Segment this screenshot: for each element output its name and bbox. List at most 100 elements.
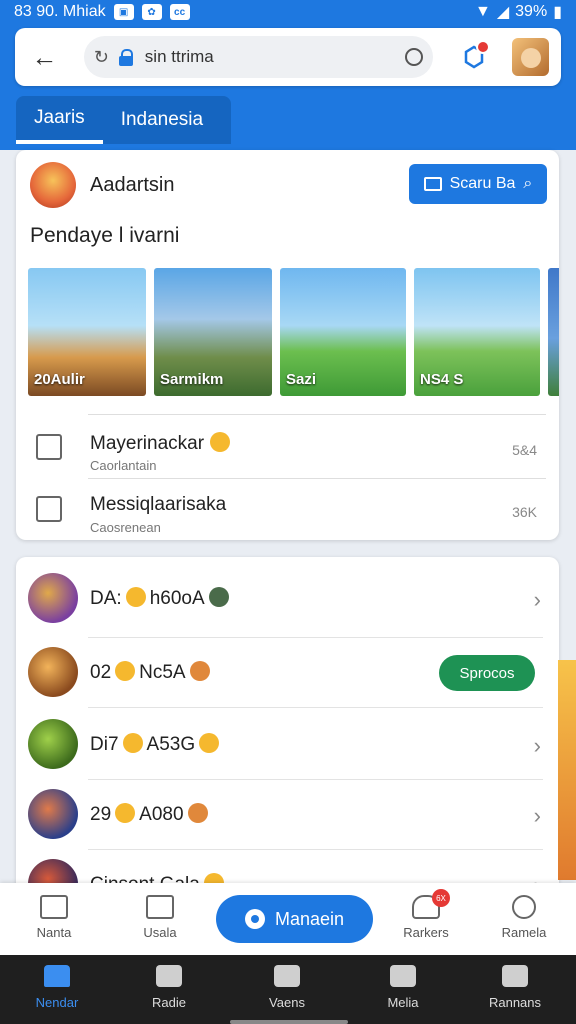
back-button[interactable]: ← bbox=[27, 39, 62, 75]
emoji-icon bbox=[189, 661, 210, 681]
play-button[interactable]: Sprocos bbox=[439, 655, 535, 691]
chevron-right-icon[interactable]: › bbox=[534, 803, 541, 829]
battery-percent: 39% bbox=[515, 3, 548, 20]
home-icon bbox=[146, 895, 174, 919]
thumbnail-label: Sarmikm bbox=[160, 371, 224, 388]
publisher-card: Aadartsin Scaru Ba ⌕ Pendaye l ivarni 20… bbox=[16, 150, 559, 540]
list-item[interactable]: Messiqlaarisaka Caosrenean 36K bbox=[30, 480, 545, 542]
card-icon bbox=[40, 895, 68, 919]
thumbnail-label: NS4 S bbox=[420, 371, 464, 388]
search-button[interactable]: Scaru Ba ⌕ bbox=[409, 164, 547, 204]
game-avatar bbox=[28, 573, 78, 623]
nav-item-rarkers[interactable]: 6X Rarkers bbox=[386, 889, 466, 940]
arrow-left-icon: ← bbox=[31, 41, 58, 72]
battery-icon: ▮ bbox=[553, 4, 562, 21]
game-row[interactable]: DA: h60oA › bbox=[16, 561, 559, 631]
tab-strip: Jaaris Indanesia bbox=[16, 96, 231, 144]
fab-label: Manaein bbox=[274, 908, 345, 929]
target-icon bbox=[244, 909, 265, 929]
lock-icon bbox=[118, 49, 133, 66]
chat-icon bbox=[156, 965, 182, 987]
emoji-icon bbox=[125, 587, 146, 607]
nav-badge: 6X bbox=[432, 889, 450, 907]
emoji-icon bbox=[208, 587, 229, 607]
emoji-icon bbox=[210, 432, 231, 452]
game-title: DA: h60oA bbox=[90, 587, 233, 610]
search-icon: ⌕ bbox=[523, 175, 533, 192]
chevron-right-icon[interactable]: › bbox=[534, 587, 541, 613]
list-item-value: 5&4 bbox=[512, 442, 537, 458]
game-thumbnails: 20Aulir Sarmikm Sazi NS4 S bbox=[28, 268, 559, 398]
game-row[interactable]: 29 A080 › bbox=[16, 777, 559, 847]
background-decoration bbox=[558, 660, 576, 880]
url-bar[interactable]: ↻ sin ttrima bbox=[83, 36, 434, 78]
thumbnail-1[interactable]: 20Aulir bbox=[28, 268, 146, 396]
calendar-icon bbox=[36, 496, 62, 522]
game-avatar bbox=[28, 647, 78, 697]
url-text: sin ttrima bbox=[144, 47, 214, 66]
sys-nav-rannans[interactable]: Rannans bbox=[472, 965, 558, 1010]
publisher-name: Aadartsin bbox=[90, 173, 175, 196]
game-row[interactable]: 02 Nc5A Sprocos bbox=[16, 635, 559, 705]
emoji-icon bbox=[115, 661, 136, 681]
publisher-logo bbox=[30, 162, 76, 208]
extension-icon[interactable] bbox=[405, 48, 424, 66]
bottom-navigation: Nanta Usala Manaein 6X Rarkers Ramela bbox=[0, 883, 576, 955]
emoji-icon bbox=[199, 733, 220, 753]
sys-nav-label: Melia bbox=[387, 995, 419, 1010]
thumbnail-5[interactable] bbox=[548, 268, 559, 396]
wifi-icon: ▼ bbox=[475, 3, 491, 20]
game-list-card: DA: h60oA › 02 Nc5A Sprocos Di7 A53G › 29 A0… bbox=[16, 557, 559, 897]
home-indicator bbox=[230, 1020, 348, 1024]
list-item-subtitle: Caosrenean bbox=[90, 520, 161, 535]
publisher-header: Aadartsin bbox=[30, 162, 175, 208]
emoji-icon bbox=[187, 803, 208, 823]
game-title: Di7 A53G bbox=[90, 733, 223, 756]
sys-nav-label: Radie bbox=[152, 995, 186, 1010]
nav-item-ramela[interactable]: Ramela bbox=[484, 895, 564, 940]
nav-item-usala[interactable]: Usala bbox=[120, 895, 200, 940]
sys-nav-radie[interactable]: Radie bbox=[126, 965, 212, 1010]
notifications-button[interactable] bbox=[459, 40, 491, 72]
game-title: 02 Nc5A bbox=[90, 661, 214, 684]
game-row[interactable]: Di7 A53G › bbox=[16, 707, 559, 777]
status-right: ▼ ◢ 39% ▮ bbox=[475, 2, 562, 22]
sys-nav-vaens[interactable]: Vaens bbox=[244, 965, 330, 1010]
game-avatar bbox=[28, 789, 78, 839]
thumbnail-3[interactable]: Sazi bbox=[280, 268, 406, 396]
media-icon bbox=[390, 965, 416, 987]
nav-item-label: Usala bbox=[143, 925, 177, 940]
game-title: 29 A080 bbox=[90, 803, 212, 826]
nav-item-label: Rarkers bbox=[403, 925, 449, 940]
nav-item-label: Ramela bbox=[501, 925, 547, 940]
sys-nav-label: Rannans bbox=[488, 995, 542, 1010]
thumbnail-4[interactable]: NS4 S bbox=[414, 268, 540, 396]
status-left: 83 90. Mhiak ▣ ✿ cc bbox=[14, 3, 190, 21]
thumbnail-2[interactable]: Sarmikm bbox=[154, 268, 272, 396]
list-item[interactable]: Mayerinackar Caorlantain 5&4 bbox=[30, 418, 545, 480]
screen-icon bbox=[423, 177, 442, 191]
sys-nav-melia[interactable]: Melia bbox=[360, 965, 446, 1010]
tab-indanesia[interactable]: Indanesia bbox=[103, 96, 221, 144]
divider bbox=[88, 414, 546, 415]
emoji-icon bbox=[115, 803, 136, 823]
sys-nav-nendar[interactable]: Nendar bbox=[14, 965, 100, 1010]
person-icon bbox=[502, 965, 528, 987]
manaein-button[interactable]: Manaein bbox=[216, 895, 373, 943]
notification-badge bbox=[476, 40, 491, 54]
person-icon bbox=[512, 895, 536, 919]
user-avatar[interactable] bbox=[512, 38, 549, 76]
reload-icon[interactable]: ↻ bbox=[94, 47, 109, 68]
status-time: 83 90. Mhiak bbox=[14, 3, 106, 20]
thumbnail-label: 20Aulir bbox=[34, 371, 85, 388]
nav-item-label: Nanta bbox=[36, 925, 72, 940]
emoji-icon bbox=[122, 733, 143, 753]
home-icon bbox=[44, 965, 70, 987]
system-navigation: Nendar Radie Vaens Melia Rannans bbox=[0, 955, 576, 1024]
nav-item-nanta[interactable]: Nanta bbox=[14, 895, 94, 940]
home-icon bbox=[36, 434, 62, 460]
tab-jaaris[interactable]: Jaaris bbox=[16, 96, 103, 144]
game-avatar bbox=[28, 719, 78, 769]
chevron-right-icon[interactable]: › bbox=[534, 733, 541, 759]
list-item-title: Mayerinackar bbox=[90, 432, 231, 455]
